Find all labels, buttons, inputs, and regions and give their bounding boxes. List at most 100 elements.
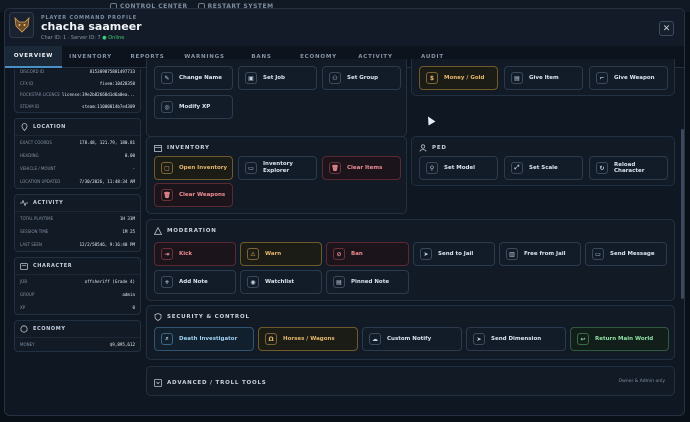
info-label: CFX ID bbox=[20, 80, 34, 86]
info-row: LAST SEEN 12/2/58546, 9:16:40 PM bbox=[15, 238, 140, 251]
add-note-button[interactable]: + Add Note bbox=[154, 270, 236, 294]
send-arrow-icon: ➤ bbox=[473, 333, 485, 345]
location-card: LOCATION EXACT COORDS 178.48, 121.79, 180… bbox=[14, 118, 141, 189]
info-label: VEHICLE / MOUNT bbox=[20, 166, 56, 171]
info-value: admin bbox=[122, 292, 135, 297]
inventory-explorer-button[interactable]: ▭ Inventory Explorer bbox=[238, 156, 317, 180]
briefcase-icon: ▣ bbox=[245, 72, 257, 84]
coin-icon bbox=[20, 325, 28, 333]
card-title: ACTIVITY bbox=[33, 200, 64, 206]
info-row: EXACT COORDS 178.48, 121.79, 180.81 bbox=[15, 136, 140, 149]
expand-icon bbox=[153, 378, 162, 387]
search-icon: ⌕ bbox=[161, 333, 173, 345]
custom-notify-button[interactable]: ☁ Custom Notify bbox=[362, 327, 462, 351]
change-name-button[interactable]: ✎ Change Name bbox=[154, 66, 233, 90]
identity-card: DISCORD ID 815389875881497733 CFX ID fivem… bbox=[14, 69, 141, 113]
set-group-button[interactable]: ⚇ Set Group bbox=[322, 66, 401, 90]
return-main-world-button[interactable]: ↩ Return Main World bbox=[570, 327, 669, 351]
card-title: LOCATION bbox=[33, 124, 66, 130]
panel-header: MODERATION bbox=[153, 226, 217, 235]
close-icon: ✕ bbox=[662, 23, 671, 34]
info-value: offsheriff (Grade 4) bbox=[84, 279, 135, 284]
location-pin-icon bbox=[20, 123, 28, 131]
economy-card: ECONOMY MONEY $9,895,612 bbox=[14, 320, 141, 352]
send-dimension-button[interactable]: ➤ Send Dimension bbox=[466, 327, 566, 351]
security-control-panel: SECURITY & CONTROL ⌕ Death Investigator Ω… bbox=[146, 305, 675, 360]
player-meta: Char ID: 1 · Server ID: 7 ● Online bbox=[41, 35, 124, 41]
target-icon: ◎ bbox=[161, 101, 173, 113]
panel-header: SECURITY & CONTROL bbox=[153, 312, 250, 321]
panel-title: SECURITY & CONTROL bbox=[167, 313, 250, 320]
scrollbar[interactable] bbox=[681, 129, 684, 299]
button-label: Horses / Wagons bbox=[283, 336, 335, 342]
box-icon bbox=[153, 143, 162, 152]
activity-card: ACTIVITY TOTAL PLAYTIME 1H 33M SESSION TI… bbox=[14, 194, 141, 252]
info-label: EXACT COORDS bbox=[20, 140, 52, 145]
player-name: chacha saameer bbox=[41, 20, 142, 33]
give-item-button[interactable]: ▤ Give Item bbox=[504, 66, 583, 90]
trash-icon: 🗑 bbox=[161, 189, 173, 201]
items-actions-panel: $ Money / Gold ▤ Give Item ⌐ Give Weapon bbox=[411, 59, 675, 96]
info-row: VEHICLE / MOUNT - bbox=[15, 162, 140, 175]
button-label: Modify XP bbox=[179, 104, 211, 110]
info-label: LAST SEEN bbox=[20, 242, 42, 247]
moderation-panel: MODERATION ⇥ Kick ⚠ Warn ⊘ Ban ➤ Send to Jai… bbox=[146, 219, 675, 301]
send-to-jail-button[interactable]: ➤ Send to Jail bbox=[413, 242, 495, 266]
info-label: JOB bbox=[20, 279, 28, 284]
ban-button[interactable]: ⊘ Ban bbox=[326, 242, 409, 266]
dollar-coin-icon: $ bbox=[426, 72, 438, 84]
info-label: TOTAL PLAYTIME bbox=[20, 216, 54, 221]
cloud-icon: ☁ bbox=[369, 333, 381, 345]
panel-title: ADVANCED / TROLL TOOLS bbox=[167, 379, 267, 386]
advanced-troll-tools-panel[interactable]: ADVANCED / TROLL TOOLS Owner & Admin onl… bbox=[146, 366, 675, 396]
tab-overview[interactable]: OVERVIEW bbox=[5, 46, 62, 68]
free-from-jail-button[interactable]: ▥ Free from Jail bbox=[499, 242, 581, 266]
folder-icon: ▭ bbox=[245, 162, 257, 174]
button-label: Give Item bbox=[529, 75, 559, 81]
open-inventory-button[interactable]: ▢ Open Inventory bbox=[154, 156, 233, 180]
set-job-button[interactable]: ▣ Set Job bbox=[238, 66, 317, 90]
money-gold-button[interactable]: $ Money / Gold bbox=[419, 66, 498, 90]
button-label: Ban bbox=[351, 251, 363, 257]
inventory-panel: INVENTORY ▢ Open Inventory ▭ Inventory Exp… bbox=[146, 136, 407, 214]
tab-inventory[interactable]: INVENTORY bbox=[62, 46, 119, 68]
watchlist-button[interactable]: ◉ Watchlist bbox=[240, 270, 322, 294]
panel-header: PED bbox=[418, 143, 447, 152]
button-label: Clear Items bbox=[347, 165, 383, 171]
death-investigator-button[interactable]: ⌕ Death Investigator bbox=[154, 327, 254, 351]
info-row: SESSION TIME 1M 25 bbox=[15, 225, 140, 238]
close-button[interactable]: ✕ bbox=[659, 21, 674, 36]
activity-pulse-icon bbox=[20, 199, 28, 207]
set-scale-button[interactable]: ⤢ Set Scale bbox=[504, 156, 583, 180]
kick-button[interactable]: ⇥ Kick bbox=[154, 242, 236, 266]
card-title: CHARACTER bbox=[33, 263, 73, 269]
info-value: 7/30/2026, 11:48:34 AM bbox=[79, 179, 135, 184]
person-icon: ⚲ bbox=[426, 162, 438, 174]
avatar bbox=[9, 12, 34, 38]
info-label: LOCATION UPDATED bbox=[20, 179, 61, 184]
modify-xp-button[interactable]: ◎ Modify XP bbox=[154, 95, 233, 119]
button-label: Open Inventory bbox=[179, 165, 228, 171]
user-edit-icon: ✎ bbox=[161, 72, 173, 84]
button-label: Money / Gold bbox=[444, 75, 485, 81]
pinned-note-button[interactable]: ▤ Pinned Note bbox=[326, 270, 409, 294]
clear-items-button[interactable]: 🗑 Clear Items bbox=[322, 156, 401, 180]
reload-character-button[interactable]: ↻ Reload Character bbox=[589, 156, 668, 180]
button-label: Death Investigator bbox=[179, 336, 238, 342]
give-weapon-button[interactable]: ⌐ Give Weapon bbox=[589, 66, 668, 90]
button-label: Pinned Note bbox=[351, 279, 390, 285]
clear-weapons-button[interactable]: 🗑 Clear Weapons bbox=[154, 183, 233, 207]
warn-button[interactable]: ⚠ Warn bbox=[240, 242, 322, 266]
panel-title: PED bbox=[432, 144, 447, 151]
info-label: DISCORD ID bbox=[20, 69, 45, 75]
info-value: 815389875881497733 bbox=[89, 69, 135, 75]
info-label: ROCKSTAR LICENCE bbox=[20, 92, 60, 98]
horses-wagons-button[interactable]: Ω Horses / Wagons bbox=[258, 327, 358, 351]
set-model-button[interactable]: ⚲ Set Model bbox=[419, 156, 498, 180]
panel-title: MODERATION bbox=[167, 227, 217, 234]
send-message-button[interactable]: ▭ Send Message bbox=[585, 242, 667, 266]
player-profile-modal: PLAYER COMMAND PROFILE chacha saameer Ch… bbox=[4, 8, 685, 416]
player-ids: Char ID: 1 · Server ID: 7 bbox=[41, 35, 101, 41]
online-status: ● Online bbox=[102, 35, 125, 41]
button-label: Set Scale bbox=[529, 165, 558, 171]
